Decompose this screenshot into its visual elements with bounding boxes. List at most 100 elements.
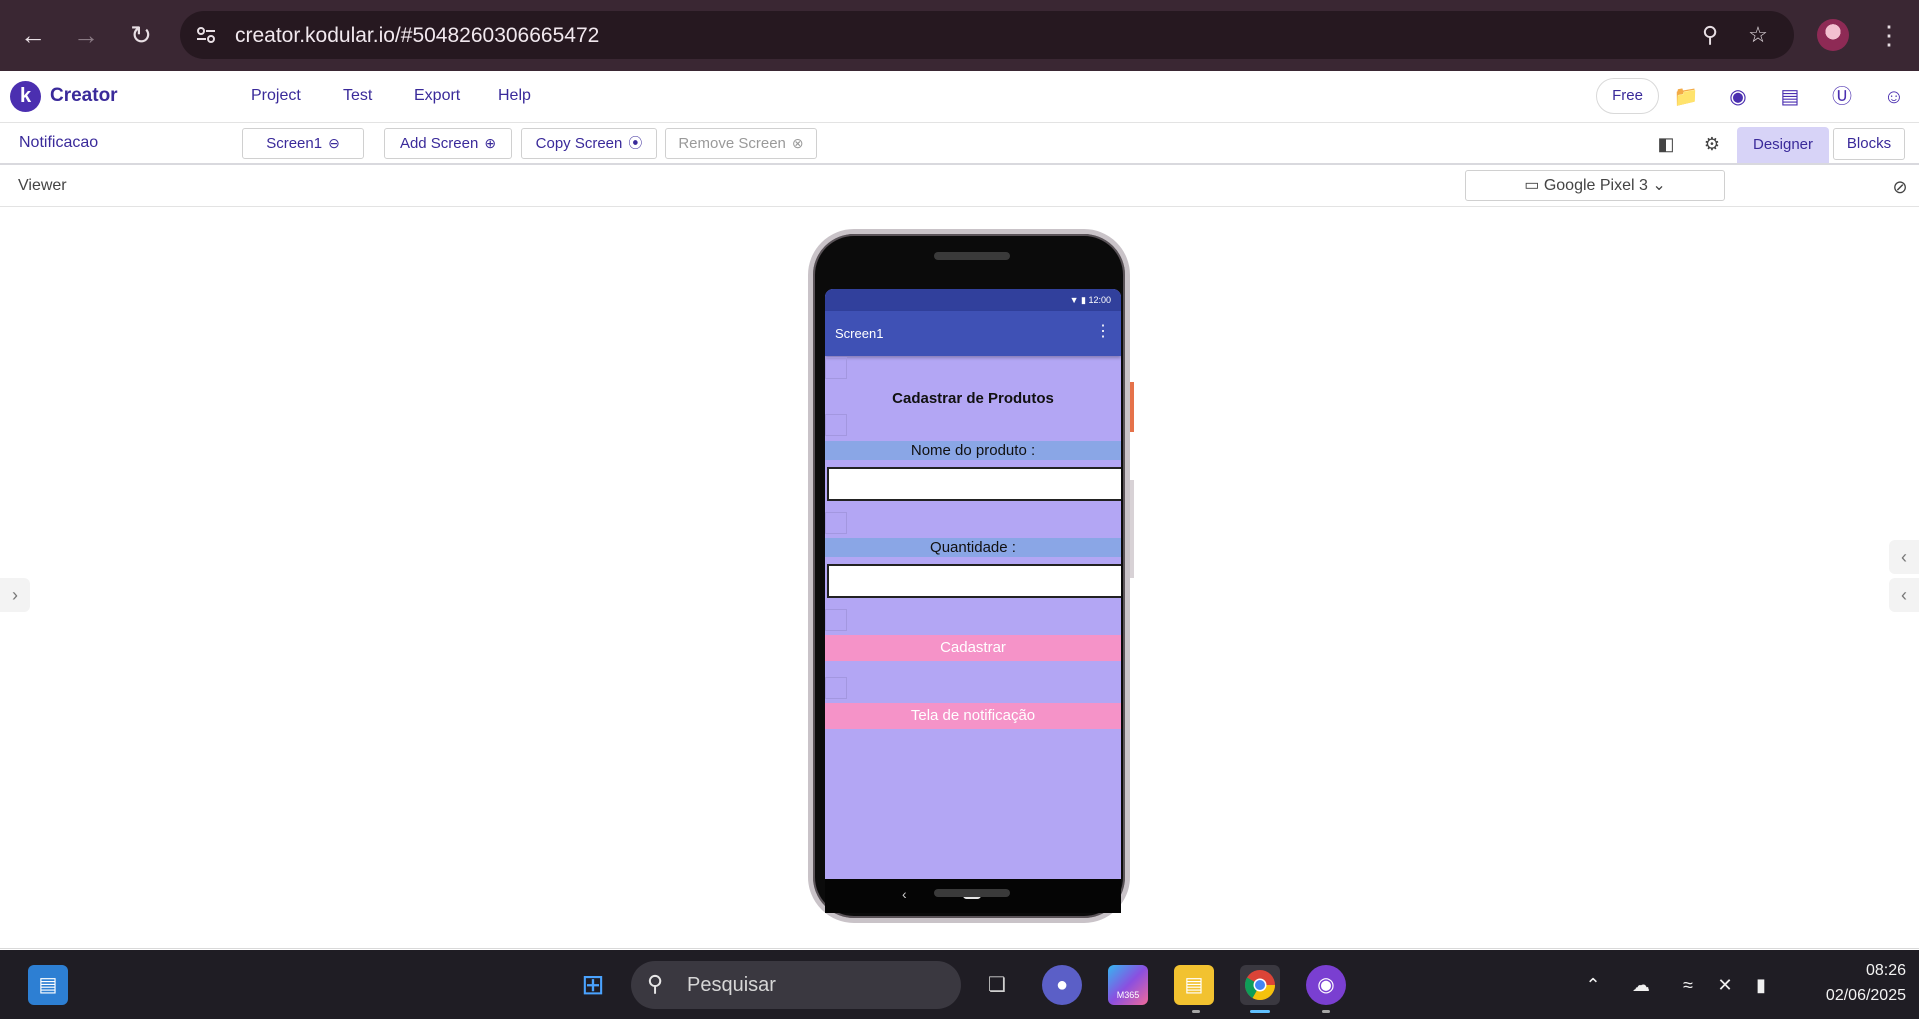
power-button bbox=[1130, 382, 1134, 432]
project-name: Notificacao bbox=[19, 134, 99, 151]
remove-screen-label: Remove Screen bbox=[678, 135, 786, 152]
register-button[interactable]: Cadastrar bbox=[825, 635, 1121, 661]
menu-test[interactable]: Test bbox=[343, 87, 372, 105]
left-panel-toggle-icon[interactable]: › bbox=[0, 578, 30, 612]
profile-avatar[interactable] bbox=[1817, 19, 1849, 51]
earpiece bbox=[934, 252, 1010, 260]
kodular-logo: k bbox=[10, 81, 41, 112]
spacer-component[interactable] bbox=[825, 357, 847, 379]
add-circle-icon: ⊕ bbox=[484, 135, 497, 151]
teams-icon[interactable]: ● bbox=[1042, 965, 1082, 1005]
battery-icon[interactable]: ▮ bbox=[1748, 972, 1774, 998]
onedrive-icon[interactable]: ☁ bbox=[1628, 972, 1654, 998]
url-text[interactable]: creator.kodular.io/#5048260306665472 bbox=[235, 24, 599, 48]
active-indicator bbox=[1250, 1010, 1270, 1013]
phone-mockup: ▼ ▮ 12:00 Screen1 ⋮ Cadastrar de Produto… bbox=[808, 229, 1134, 923]
widgets-icon[interactable]: ▤ bbox=[28, 965, 68, 1005]
address-bar[interactable]: creator.kodular.io/#5048260306665472 ⚲ ☆ bbox=[180, 11, 1794, 59]
windows-taskbar: ▤ ⊞ ⚲ Pesquisar ❏ ● M365 ▤ ◉ ⌃ ☁ ≈ ✕ ▮ 0… bbox=[0, 950, 1919, 1019]
plan-badge[interactable]: Free bbox=[1596, 78, 1659, 114]
menu-help[interactable]: Help bbox=[498, 87, 531, 105]
m365-label: M365 bbox=[1116, 990, 1140, 1000]
zoom-icon[interactable]: ⚲ bbox=[1696, 21, 1724, 49]
search-icon: ⚲ bbox=[647, 971, 664, 996]
account-icon[interactable]: ☺ bbox=[1881, 84, 1907, 110]
heading-label[interactable]: Cadastrar de Produtos bbox=[825, 390, 1121, 407]
bottom-speaker bbox=[934, 889, 1010, 897]
m365-copilot-icon[interactable]: M365 bbox=[1108, 965, 1148, 1005]
screen-select[interactable]: Screen1 ⊖ bbox=[242, 128, 364, 159]
library-icon[interactable]: ▤ bbox=[1777, 84, 1803, 110]
app-bar: Screen1 ⋮ bbox=[825, 311, 1121, 356]
copy-icon: ⦿ bbox=[628, 135, 643, 151]
windows-start-icon[interactable]: ⊞ bbox=[573, 965, 613, 1005]
dropdown-circle-icon: ⊖ bbox=[328, 135, 340, 151]
spacer-component[interactable] bbox=[825, 609, 847, 631]
taskbar-search[interactable]: ⚲ Pesquisar bbox=[631, 961, 961, 1009]
right-panel-toggle-2-icon[interactable]: ‹ bbox=[1889, 578, 1919, 612]
overflow-menu-icon[interactable]: ⋮ bbox=[1095, 322, 1111, 342]
spacer-component[interactable] bbox=[825, 512, 847, 534]
notification-screen-button[interactable]: Tela de notificação bbox=[825, 703, 1121, 729]
search-placeholder: Pesquisar bbox=[687, 974, 776, 996]
volume-button bbox=[1130, 480, 1134, 578]
settings-gear-icon[interactable]: ⚙ bbox=[1700, 132, 1724, 156]
product-name-label[interactable]: Nome do produto : bbox=[825, 441, 1121, 460]
hide-viewer-icon[interactable]: ⊘ bbox=[1888, 175, 1912, 199]
device-icon: ▭ bbox=[1524, 177, 1540, 194]
screen-select-label: Screen1 bbox=[266, 135, 323, 152]
forward-icon[interactable]: → bbox=[69, 18, 103, 52]
app-name: Creator bbox=[50, 85, 118, 106]
product-name-input[interactable] bbox=[827, 467, 1121, 501]
chevron-down-icon: ⌄ bbox=[1652, 177, 1666, 194]
github-icon[interactable]: ◉ bbox=[1306, 965, 1346, 1005]
viewer-bar: Viewer ▭ Google Pixel 3 ⌄ ⊘ bbox=[0, 166, 1919, 207]
wifi-icon[interactable]: ≈ bbox=[1675, 972, 1701, 998]
menu-export[interactable]: Export bbox=[414, 87, 460, 105]
reload-icon[interactable]: ↻ bbox=[124, 18, 158, 52]
palette-icon[interactable]: ◉ bbox=[1725, 84, 1751, 110]
spacer-component[interactable] bbox=[825, 414, 847, 436]
back-icon[interactable]: ← bbox=[16, 18, 50, 52]
spacer-component[interactable] bbox=[825, 677, 847, 699]
designer-tab[interactable]: Designer bbox=[1737, 127, 1829, 163]
menu-project[interactable]: Project bbox=[251, 87, 301, 105]
chrome-logo-icon bbox=[1245, 970, 1275, 1001]
browser-menu-icon[interactable]: ⋮ bbox=[1876, 18, 1902, 52]
bookmark-star-icon[interactable]: ☆ bbox=[1744, 21, 1772, 49]
status-bar: ▼ ▮ 12:00 bbox=[825, 289, 1121, 311]
clock-date[interactable]: 02/06/2025 bbox=[1790, 987, 1906, 1005]
copy-screen-button[interactable]: Copy Screen ⦿ bbox=[521, 128, 657, 159]
remove-circle-icon: ⊗ bbox=[791, 135, 804, 151]
device-select[interactable]: ▭ Google Pixel 3 ⌄ bbox=[1465, 170, 1725, 201]
copy-screen-label: Copy Screen bbox=[535, 135, 623, 152]
right-panel-toggle-icon[interactable]: ‹ bbox=[1889, 540, 1919, 574]
battery-icon: ▮ bbox=[1081, 295, 1086, 305]
quantity-label[interactable]: Quantidade : bbox=[825, 538, 1121, 557]
viewer-label: Viewer bbox=[18, 177, 67, 194]
task-view-icon[interactable]: ❏ bbox=[977, 965, 1017, 1005]
volume-muted-icon[interactable]: ✕ bbox=[1712, 972, 1738, 998]
app-screen: ▼ ▮ 12:00 Screen1 ⋮ Cadastrar de Produto… bbox=[825, 289, 1121, 879]
folder-star-icon[interactable]: 📁 bbox=[1673, 84, 1699, 110]
blocks-tab[interactable]: Blocks bbox=[1833, 128, 1905, 160]
designer-toolbar: Notificacao Screen1 ⊖ Add Screen ⊕ Copy Sc… bbox=[0, 123, 1919, 165]
add-screen-button[interactable]: Add Screen ⊕ bbox=[384, 128, 512, 159]
quantity-input[interactable] bbox=[827, 564, 1121, 598]
running-indicator bbox=[1192, 1010, 1200, 1013]
clock-time[interactable]: 08:26 bbox=[1826, 962, 1906, 980]
app-bar-title: Screen1 bbox=[835, 326, 884, 341]
device-name: Google Pixel 3 bbox=[1543, 177, 1648, 194]
browser-toolbar: ← → ↻ creator.kodular.io/#50482603066654… bbox=[0, 0, 1919, 71]
tray-overflow-icon[interactable]: ⌃ bbox=[1580, 972, 1606, 998]
android-back-icon: ‹ bbox=[902, 886, 907, 902]
remove-screen-button[interactable]: Remove Screen ⊗ bbox=[665, 128, 817, 159]
site-settings-icon[interactable] bbox=[194, 23, 218, 47]
add-screen-label: Add Screen bbox=[399, 135, 479, 152]
dollar-icon[interactable]: Ⓤ bbox=[1829, 84, 1855, 110]
file-explorer-icon[interactable]: ▤ bbox=[1174, 965, 1214, 1005]
chrome-icon[interactable] bbox=[1240, 965, 1280, 1005]
gallery-icon[interactable]: ◧ bbox=[1654, 132, 1678, 156]
status-time: 12:00 bbox=[1088, 295, 1111, 305]
app-header: k Creator Project Test Export Help Free … bbox=[0, 71, 1919, 123]
